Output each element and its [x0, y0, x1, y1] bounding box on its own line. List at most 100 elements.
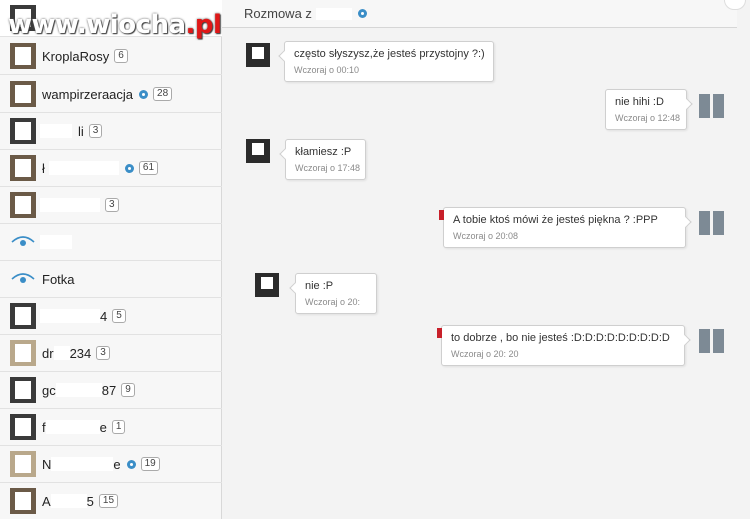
conversation-panel: Rozmowa z często słyszysz,że jesteś przy… [222, 0, 750, 519]
contact-item[interactable]: wampirzeraacja 28 [0, 76, 222, 113]
unread-count-badge: 3 [88, 124, 103, 138]
wiocha-watermark: www.wiocha.pl [8, 10, 222, 40]
avatar [10, 192, 36, 218]
unread-count-badge: 61 [138, 161, 159, 175]
contact-item[interactable]: li 3 [0, 113, 222, 150]
message-bubble: kłamiesz :P Wczoraj o 17:48 [279, 139, 366, 180]
online-status-icon [124, 163, 134, 173]
contact-name: ł [42, 160, 45, 176]
contact-item[interactable]: 4 5 [0, 298, 222, 335]
contact-name-suffix: e [113, 456, 121, 472]
message-bubble: nie hihi :D Wczoraj o 12:48 [605, 89, 693, 130]
redacted-name [48, 161, 119, 175]
my-avatar [699, 94, 710, 118]
contact-name: KroplaRosy [42, 48, 110, 64]
contact-name: 4 [100, 308, 108, 324]
contact-name: N [42, 456, 52, 472]
redacted-name [50, 494, 87, 508]
eye-icon [10, 266, 36, 292]
contact-name: wampirzeraacja [42, 86, 134, 102]
avatar [10, 155, 36, 181]
redacted-name [40, 198, 100, 212]
avatar [10, 377, 36, 403]
contact-item[interactable]: f e 1 [0, 409, 222, 446]
unread-marker [439, 210, 444, 220]
contact-item[interactable]: gc 87 9 [0, 372, 222, 409]
unread-count-badge: 15 [98, 494, 119, 508]
contact-item[interactable]: N e 19 [0, 446, 222, 483]
contact-name-suffix: 87 [101, 382, 117, 398]
avatar [10, 414, 36, 440]
contact-item[interactable]: 3 [0, 187, 222, 224]
avatar [10, 340, 36, 366]
message-text: często słyszysz,że jesteś przystojny ?:) [294, 48, 485, 60]
unread-count-badge: 1 [111, 420, 126, 434]
contact-item[interactable]: A 5 15 [0, 483, 222, 519]
avatar [10, 451, 36, 477]
message-bubble: często słyszysz,że jesteś przystojny ?:)… [278, 41, 494, 82]
online-status-icon [357, 9, 367, 18]
message-text: kłamiesz :P [295, 146, 352, 158]
unread-count-badge: 3 [105, 198, 119, 212]
conversation-title: Rozmowa z [244, 6, 312, 21]
avatar [10, 303, 36, 329]
conversation-header: Rozmowa z [222, 0, 737, 28]
my-avatar [699, 329, 710, 353]
redacted-name [55, 383, 102, 397]
contact-item[interactable]: ł 61 [0, 150, 222, 187]
unread-count-badge: 5 [112, 309, 126, 323]
message-bubble: to dobrze , bo nie jesteś :D:D:D:D:D:D:D… [437, 325, 691, 366]
message-bubble: A tobie ktoś mówi że jesteś piękna ? :PP… [439, 207, 692, 248]
contact-item[interactable]: Fotka [0, 261, 222, 298]
contact-name: li [78, 123, 84, 139]
contacts-sidebar: KroplaRosy 6 wampirzeraacja 28 li 3 ł 61… [0, 0, 222, 519]
online-status-icon [126, 459, 136, 469]
unread-count-badge: 6 [114, 49, 128, 63]
message-time: Wczoraj o 20: [305, 297, 361, 307]
contact-item[interactable] [0, 224, 222, 261]
unread-count-badge: 9 [121, 383, 135, 397]
unread-count-badge: 3 [96, 346, 110, 360]
avatar [10, 488, 36, 514]
sender-avatar [246, 139, 270, 163]
redacted-name [40, 309, 100, 323]
redacted-name [45, 420, 100, 434]
contact-item[interactable]: dr 234 3 [0, 335, 222, 372]
unread-count-badge: 28 [153, 87, 173, 101]
sender-avatar [246, 43, 270, 67]
my-avatar [699, 211, 710, 235]
redacted-name [51, 457, 114, 471]
contact-name: dr [42, 345, 54, 361]
redacted-name [40, 235, 72, 249]
message-time: Wczoraj o 20: 20 [451, 349, 519, 359]
my-avatar [713, 329, 724, 353]
contact-name: A [42, 493, 51, 509]
sender-avatar [255, 273, 279, 297]
message-text: to dobrze , bo nie jesteś :D:D:D:D:D:D:D… [451, 332, 670, 344]
contact-name-suffix: 5 [86, 493, 94, 509]
unread-marker [437, 328, 442, 338]
avatar [10, 43, 36, 69]
message-bubble: nie :P Wczoraj o 20: [289, 273, 377, 314]
contact-item[interactable]: KroplaRosy 6 [0, 38, 222, 75]
avatar [10, 81, 36, 107]
redacted-name [53, 346, 70, 360]
redacted-name [40, 124, 72, 138]
contact-name: gc [42, 382, 56, 398]
message-text: nie :P [305, 280, 334, 292]
message-time: Wczoraj o 17:48 [295, 163, 361, 173]
message-time: Wczoraj o 00:10 [294, 65, 360, 75]
eye-icon [10, 229, 36, 255]
message-time: Wczoraj o 20:08 [453, 231, 519, 241]
contact-name-suffix: e [99, 419, 107, 435]
redacted-name [315, 7, 352, 20]
message-text: A tobie ktoś mówi że jesteś piękna ? :PP… [453, 214, 658, 226]
online-status-icon [139, 89, 149, 99]
contact-name-suffix: 234 [69, 345, 92, 361]
avatar [10, 118, 36, 144]
message-text: nie hihi :D [615, 96, 664, 108]
unread-count-badge: 19 [140, 457, 160, 471]
contact-name: Fotka [42, 271, 75, 287]
my-avatar [713, 211, 724, 235]
my-avatar [713, 94, 724, 118]
